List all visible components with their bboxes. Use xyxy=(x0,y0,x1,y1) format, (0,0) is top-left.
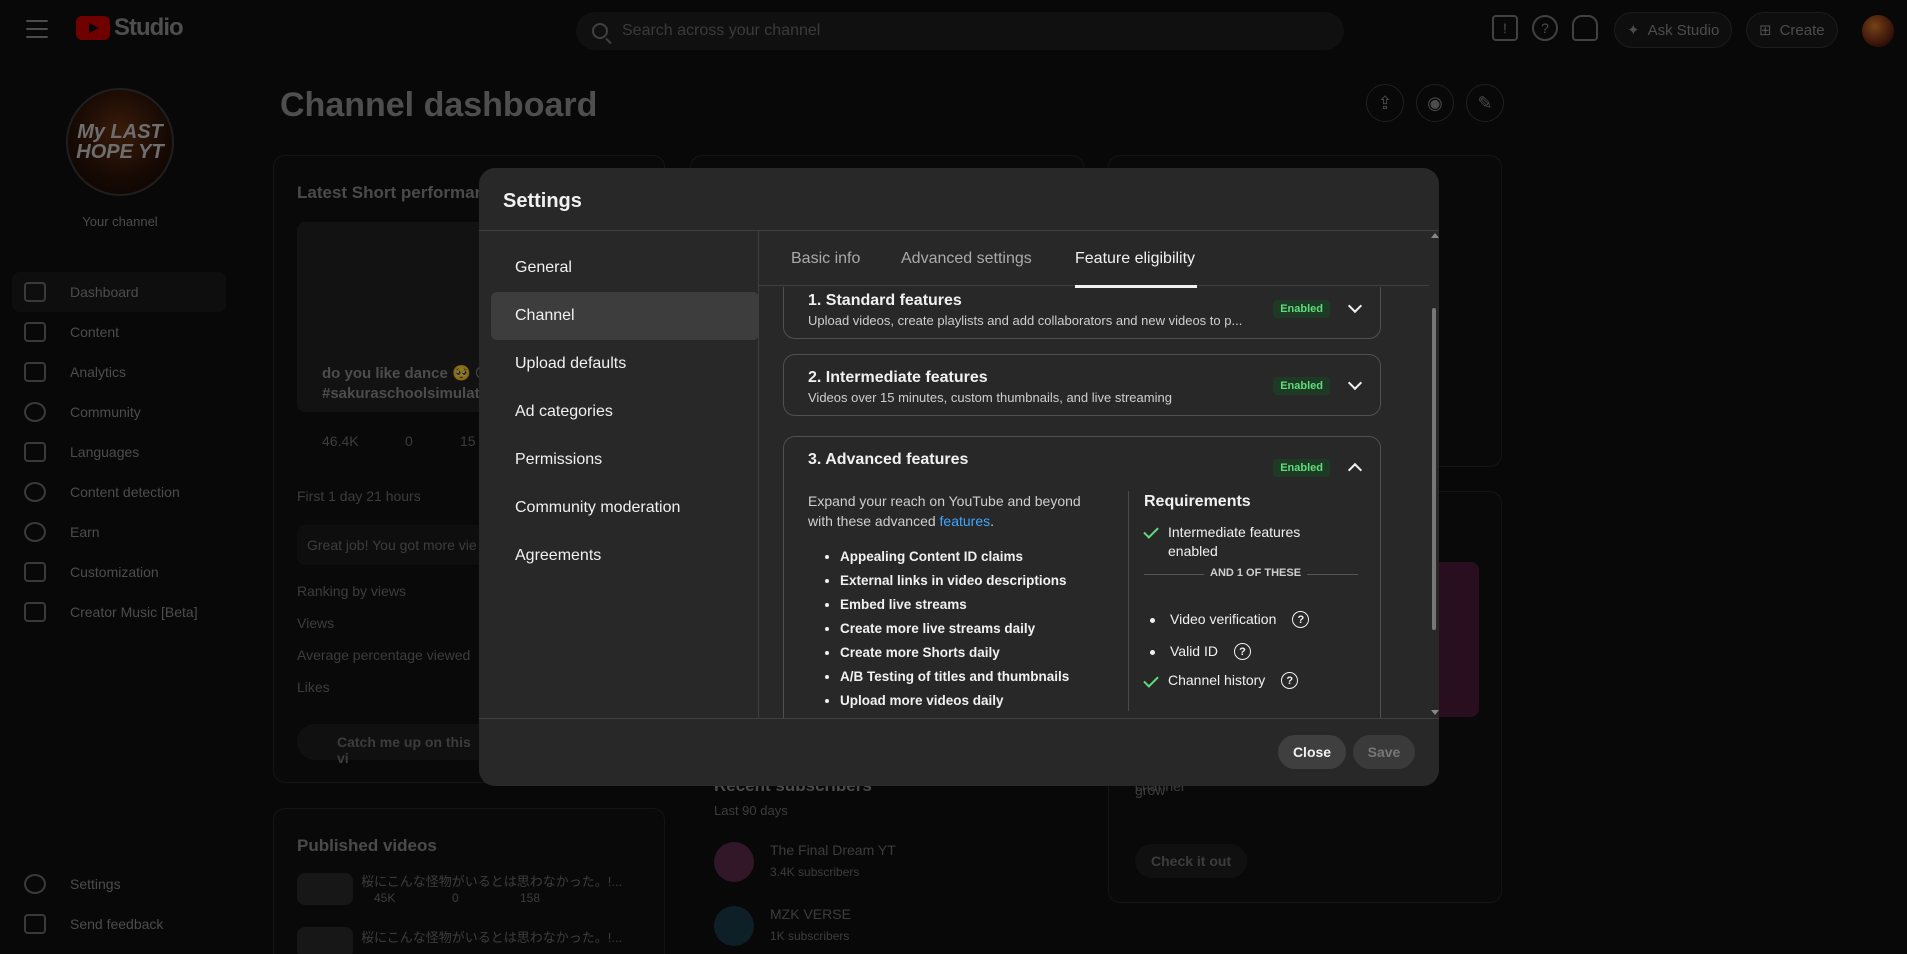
bullet-icon xyxy=(1150,650,1155,655)
advanced-feature-list: Appealing Content ID claims External lin… xyxy=(840,545,1069,713)
check-icon xyxy=(1143,672,1159,688)
tab-advanced-settings[interactable]: Advanced settings xyxy=(901,250,1032,268)
feature-eligibility-panel: 1. Standard features Upload videos, crea… xyxy=(759,287,1429,718)
divider xyxy=(479,718,1439,719)
list-item: External links in video descriptions xyxy=(840,569,1069,593)
feature-title: 3. Advanced features xyxy=(808,451,969,468)
requirement-label: Valid ID xyxy=(1170,643,1218,659)
list-item: Create more Shorts daily xyxy=(840,641,1069,665)
help-icon[interactable]: ? xyxy=(1281,672,1299,689)
feature-description: Upload videos, create playlists and add … xyxy=(808,313,1243,328)
list-item: Appealing Content ID claims xyxy=(840,545,1069,569)
tab-basic-info[interactable]: Basic info xyxy=(791,250,860,268)
settings-nav-agreements[interactable]: Agreements xyxy=(491,532,759,580)
requirements-title: Requirements xyxy=(1144,493,1251,510)
feature-title: 1. Standard features xyxy=(808,292,962,309)
close-button[interactable]: Close xyxy=(1278,735,1346,769)
features-link[interactable]: features xyxy=(940,513,991,529)
chevron-down-icon[interactable] xyxy=(1347,298,1363,314)
scroll-up-icon[interactable] xyxy=(1431,233,1439,238)
scrollbar[interactable] xyxy=(1430,230,1439,718)
requirement-label: Intermediate features enabled xyxy=(1168,524,1301,559)
check-icon xyxy=(1143,523,1159,539)
tab-feature-eligibility[interactable]: Feature eligibility xyxy=(1075,250,1195,268)
list-item: A/B Testing of titles and thumbnails xyxy=(840,665,1069,689)
settings-nav-general[interactable]: General xyxy=(491,244,759,292)
list-item: Upload more videos daily xyxy=(840,689,1069,713)
requirement-video-verification: Video verification ? xyxy=(1144,611,1310,628)
dialog-title: Settings xyxy=(503,190,582,212)
chevron-up-icon[interactable] xyxy=(1347,462,1363,478)
channel-tabs: Basic info Advanced settings Feature eli… xyxy=(759,230,1429,288)
list-item: Create more live streams daily xyxy=(840,617,1069,641)
intermediate-features-panel[interactable]: 2. Intermediate features Videos over 15 … xyxy=(783,354,1381,416)
scroll-down-icon[interactable] xyxy=(1431,710,1439,715)
requirement-channel-history: Channel history ? xyxy=(1143,672,1299,689)
divider xyxy=(1128,491,1129,711)
advanced-features-panel: 3. Advanced features Enabled Expand your… xyxy=(783,436,1381,718)
bullet-icon xyxy=(1150,618,1155,623)
feature-title: 2. Intermediate features xyxy=(808,369,988,386)
save-button[interactable]: Save xyxy=(1353,735,1415,769)
requirement-intermediate: Intermediate features enabled xyxy=(1143,523,1344,561)
help-icon[interactable]: ? xyxy=(1292,611,1310,628)
feature-description: Videos over 15 minutes, custom thumbnail… xyxy=(808,390,1172,405)
settings-nav-ad-categories[interactable]: Ad categories xyxy=(491,388,759,436)
settings-nav-channel[interactable]: Channel xyxy=(491,292,759,340)
settings-nav-permissions[interactable]: Permissions xyxy=(491,436,759,484)
status-badge: Enabled xyxy=(1273,459,1330,477)
help-icon[interactable]: ? xyxy=(1233,643,1251,660)
and-separator-label: AND 1 OF THESE xyxy=(1204,567,1308,579)
requirement-valid-id: Valid ID ? xyxy=(1144,643,1251,660)
status-badge: Enabled xyxy=(1273,377,1330,395)
settings-nav: General Channel Upload defaults Ad categ… xyxy=(491,244,759,580)
intro-period: . xyxy=(990,513,995,529)
list-item: Embed live streams xyxy=(840,593,1069,617)
chevron-down-icon[interactable] xyxy=(1347,375,1363,391)
standard-features-panel[interactable]: 1. Standard features Upload videos, crea… xyxy=(783,287,1381,339)
advanced-intro: Expand your reach on YouTube and beyond … xyxy=(808,491,1108,531)
requirement-label: Channel history xyxy=(1168,672,1266,688)
settings-dialog: Settings General Channel Upload defaults… xyxy=(479,168,1439,786)
settings-nav-community-moderation[interactable]: Community moderation xyxy=(491,484,759,532)
settings-nav-upload-defaults[interactable]: Upload defaults xyxy=(491,340,759,388)
requirement-label: Video verification xyxy=(1170,611,1277,627)
scrollbar-thumb[interactable] xyxy=(1432,308,1436,630)
status-badge: Enabled xyxy=(1273,300,1330,318)
